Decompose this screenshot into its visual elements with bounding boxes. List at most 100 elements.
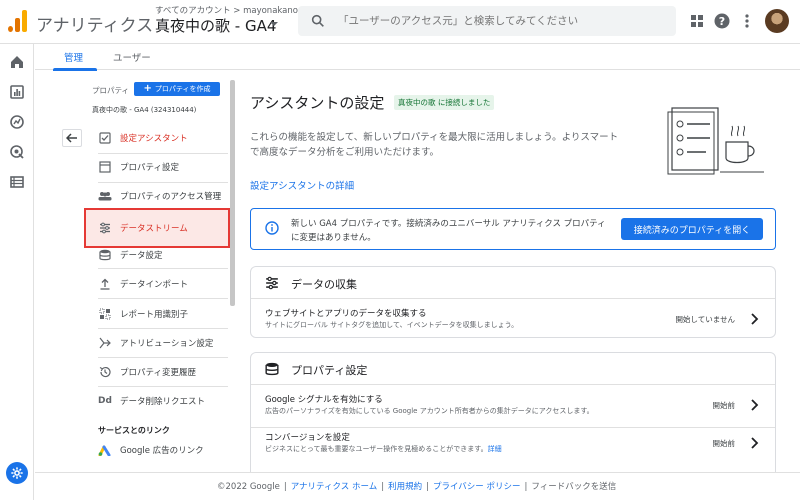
nav-item-label: データ削除リクエスト [120, 397, 206, 407]
info-icon [265, 221, 279, 235]
configure-icon[interactable] [9, 174, 25, 190]
window-icon [98, 160, 112, 174]
privacy-link[interactable]: プライバシー ポリシー [433, 482, 521, 492]
data-collection-card: データの収集 ウェブサイトとアプリのデータを収集する サイトにグローバル サイト… [250, 266, 776, 338]
footer-links: ©2022 Google | アナリティクス ホーム | 利用規約 | プライバシー ポリシ… [217, 482, 617, 492]
setup-assistant-panel: アシスタントの設定 真夜中の歌 に接続しました これらの機能を設定して、新しいプ… [248, 70, 800, 482]
back-arrow-icon[interactable] [62, 129, 82, 147]
nav-item-label: データインポート [120, 280, 189, 290]
chevron-right-icon[interactable] [747, 398, 761, 412]
card-title: プロパティ設定 [291, 364, 368, 377]
left-rail [0, 44, 34, 500]
tab-user[interactable]: ユーザー [113, 50, 151, 64]
create-property-label: プロパティを作成 [154, 85, 211, 93]
database-icon [98, 248, 112, 262]
more-vert-icon[interactable] [738, 12, 756, 30]
advertising-icon[interactable] [9, 144, 25, 160]
nav-item-label: レポート用識別子 [120, 310, 189, 320]
nav-item-label: プロパティのアクセス管理 [120, 192, 222, 202]
streams-icon [98, 221, 112, 235]
info-banner: 新しい GA4 プロパティです。接続済みのユニバーサル アナリティクス プロパテ… [250, 208, 776, 250]
google-ads-icon [98, 443, 112, 457]
nav-item-setup-assistant[interactable]: 設定アシスタント [98, 127, 228, 149]
setup-row-collect-data[interactable]: ウェブサイトとアプリのデータを収集する サイトにグローバル サイトタグを追加して… [251, 303, 775, 339]
card-header: プロパティ設定 [251, 353, 775, 385]
people-icon [98, 189, 112, 203]
card-header: データの収集 [251, 267, 775, 299]
nav-divider [98, 182, 228, 183]
nav-item-data-streams[interactable]: データストリーム [98, 217, 228, 239]
nav-item-label: アトリビューション設定 [120, 339, 214, 349]
help-icon[interactable]: ? [713, 12, 731, 30]
nav-item-label: データ設定 [120, 251, 163, 261]
setup-row-conversions[interactable]: コンバージョンを設定 ビジネスにとって最も重要なユーザー操作を見極めることができ… [251, 427, 775, 463]
tab-admin[interactable]: 管理 [64, 50, 83, 64]
property-id[interactable]: 真夜中の歌 - GA4 (324310444) [92, 105, 196, 115]
info-message: 新しい GA4 プロパティです。接続済みのユニバーサル アナリティクス プロパテ… [291, 219, 606, 243]
streams-icon [266, 276, 278, 290]
status-badge: 開始前 [712, 401, 736, 410]
analytics-logo-icon[interactable] [8, 8, 28, 32]
row-subtitle: 広告のパーソナライズを有効にしている Google アカウント所有者からの集計デ… [265, 407, 594, 415]
create-property-button[interactable]: + プロパティを作成 [134, 82, 220, 96]
nav-item-label: プロパティ設定 [120, 163, 179, 173]
nav-item-data-deletion[interactable]: Dd データ削除リクエスト [98, 390, 228, 412]
nav-item-google-ads-links[interactable]: Google 広告のリンク [98, 439, 228, 461]
open-connected-property-button[interactable]: 接続済みのプロパティを開く [621, 218, 763, 240]
nav-item-label: プロパティ変更履歴 [120, 368, 196, 378]
nav-item-property-settings[interactable]: プロパティ設定 [98, 156, 228, 178]
status-badge: 開始していません [675, 315, 735, 324]
footer: ©2022 Google | アナリティクス ホーム | 利用規約 | プライバシー ポリシ… [35, 472, 800, 500]
terms-link[interactable]: 利用規約 [388, 482, 422, 492]
nav-divider [98, 328, 228, 329]
card-title: データの収集 [291, 278, 357, 291]
copyright: ©2022 Google [217, 482, 280, 492]
identifier-icon [98, 307, 112, 321]
row-title: Google シグナルを有効にする [265, 395, 383, 405]
setup-row-google-signals[interactable]: Google シグナルを有効にする 広告のパーソナライズを有効にしている Goo… [251, 389, 775, 425]
nav-item-change-history[interactable]: プロパティ変更履歴 [98, 361, 228, 383]
row-subtitle: サイトにグローバル サイトタグを追加して、イベントデータを収集しましょう。 [265, 321, 519, 329]
history-icon [98, 365, 112, 379]
row-subtitle: ビジネスにとって最も重要なユーザー操作を見極めることができます。詳細 [265, 444, 502, 454]
nav-item-access-management[interactable]: プロパティのアクセス管理 [98, 185, 228, 207]
nav-item-data-settings[interactable]: データ設定 [98, 244, 228, 266]
nav-item-reporting-identity[interactable]: レポート用識別子 [98, 303, 228, 325]
page-title: アシスタントの設定 [250, 94, 385, 112]
plus-icon: + [143, 83, 152, 94]
nav-item-attribution-settings[interactable]: アトリビューション設定 [98, 332, 228, 354]
property-selector[interactable]: 真夜中の歌 - GA4 [155, 15, 276, 36]
search-box[interactable] [298, 6, 676, 36]
connected-badge: 真夜中の歌 に接続しました [394, 95, 495, 110]
search-input[interactable] [338, 12, 668, 30]
explore-icon[interactable] [9, 114, 25, 130]
row-subtitle-text: ビジネスにとって最も重要なユーザー操作を見極めることができます。 [265, 445, 488, 453]
apps-grid-icon[interactable] [688, 12, 706, 30]
nav-divider [98, 357, 228, 358]
dd-icon: Dd [98, 396, 112, 406]
home-icon[interactable] [9, 54, 25, 70]
avatar[interactable] [765, 9, 789, 33]
app-title[interactable]: アナリティクス [36, 11, 153, 36]
caret-down-icon[interactable] [270, 22, 278, 26]
analytics-home-link[interactable]: アナリティクス ホーム [291, 482, 378, 492]
row-title: コンバージョンを設定 [265, 433, 350, 443]
nav-divider [98, 268, 228, 269]
nav-item-label: Google 広告のリンク [120, 446, 204, 456]
description: これらの機能を設定して、新しいプロパティを最大限に活用しましょう。よりスマートで… [250, 132, 619, 158]
row-title: ウェブサイトとアプリのデータを収集する [265, 309, 427, 319]
learn-more-link[interactable]: 詳細 [488, 445, 502, 453]
nav-item-label: データストリーム [120, 224, 188, 234]
setup-assistant-details-link[interactable]: 設定アシスタントの詳細 [250, 178, 354, 192]
nav-item-label: 設定アシスタント [120, 134, 188, 144]
nav-scrollbar[interactable] [230, 80, 235, 306]
checklist-coffee-illustration-icon [667, 107, 764, 175]
nav-item-data-import[interactable]: データインポート [98, 273, 228, 295]
send-feedback-link[interactable]: フィードバックを送信 [531, 482, 616, 492]
reports-icon[interactable] [9, 84, 25, 100]
property-admin-nav: プロパティ + プロパティを作成 真夜中の歌 - GA4 (324310444)… [60, 70, 240, 470]
search-icon [311, 14, 324, 27]
chevron-right-icon[interactable] [747, 312, 761, 326]
chevron-right-icon[interactable] [747, 436, 761, 450]
admin-gear-icon[interactable] [6, 462, 28, 484]
